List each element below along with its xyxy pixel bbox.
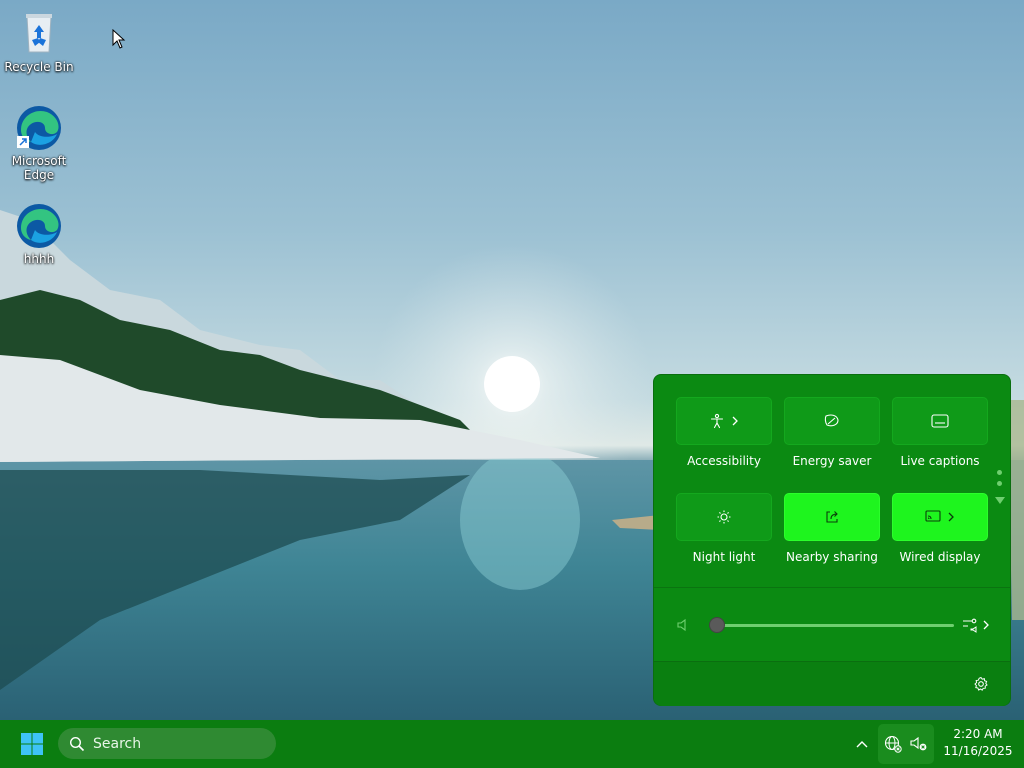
desktop-icon-hhhh[interactable]: hhhh [1, 202, 77, 266]
wired-display-label: Wired display [899, 550, 981, 564]
clock-date: 11/16/2025 [943, 744, 1013, 758]
nearby-sharing-toggle[interactable] [784, 493, 880, 541]
volume-slider-track[interactable] [716, 624, 954, 627]
page-dot [997, 481, 1002, 486]
nearby-sharing-label: Nearby sharing [786, 550, 878, 564]
nearby-sharing-icon [826, 511, 838, 523]
windows-logo-icon [21, 733, 43, 755]
desktop-icon-microsoft-edge[interactable]: Microsoft Edge [1, 104, 77, 182]
wired-display-toggle[interactable] [892, 493, 988, 541]
microsoft-edge-label: Microsoft Edge [11, 154, 67, 182]
night-light-toggle[interactable] [676, 493, 772, 541]
accessibility-label: Accessibility [687, 454, 761, 468]
energy-saver-icon [824, 414, 839, 427]
wired-display-icon [925, 510, 941, 522]
live-captions-icon [931, 414, 949, 428]
tile-night-light: Night light [676, 493, 772, 564]
search-label: Search [93, 735, 142, 752]
recycle-bin-label: Recycle Bin [4, 60, 74, 74]
search-icon [69, 736, 85, 751]
show-hidden-icons-button[interactable] [850, 732, 874, 756]
volume-muted-icon [910, 736, 927, 751]
network-globe-icon [884, 735, 902, 753]
hhhh-label: hhhh [23, 252, 55, 266]
tile-wired-display: Wired display [892, 493, 988, 564]
edge-icon [15, 202, 63, 250]
taskbar: Search 2:20 AM 11/16/2025 [0, 720, 1024, 768]
recycle-bin-icon [15, 10, 63, 58]
audio-output-icon[interactable] [962, 617, 980, 633]
energy-saver-label: Energy saver [792, 454, 872, 468]
taskbar-search[interactable]: Search [58, 728, 276, 759]
live-captions-toggle[interactable] [892, 397, 988, 445]
chevron-right-icon [948, 512, 954, 522]
chevron-right-icon[interactable] [982, 620, 990, 630]
chevron-right-icon [732, 416, 738, 426]
accessibility-icon [710, 413, 724, 429]
volume-slider-thumb[interactable] [709, 617, 725, 633]
tile-accessibility: Accessibility [676, 397, 772, 468]
live-captions-label: Live captions [900, 454, 980, 468]
night-light-label: Night light [692, 550, 756, 564]
tile-nearby-sharing: Nearby sharing [784, 493, 880, 564]
desktop-icon-recycle-bin[interactable]: Recycle Bin [1, 10, 77, 74]
scroll-down-arrow-icon[interactable] [995, 497, 1005, 504]
volume-row [674, 613, 994, 637]
accessibility-toggle[interactable] [676, 397, 772, 445]
edge-icon [15, 104, 63, 152]
start-button[interactable] [14, 728, 50, 760]
system-tray-quick-settings[interactable] [878, 724, 934, 764]
settings-gear-icon[interactable] [973, 676, 989, 692]
divider [654, 587, 1010, 588]
page-dot [997, 470, 1002, 475]
chevron-up-icon [856, 741, 868, 748]
taskbar-clock[interactable]: 2:20 AM 11/16/2025 [940, 726, 1016, 760]
page-indicator[interactable] [997, 470, 1002, 492]
quick-settings-footer [654, 661, 1010, 706]
clock-time: 2:20 AM [953, 727, 1003, 741]
tile-energy-saver: Energy saver [784, 397, 880, 468]
energy-saver-toggle[interactable] [784, 397, 880, 445]
mouse-cursor-icon [112, 29, 126, 49]
tile-live-captions: Live captions [892, 397, 988, 468]
speaker-muted-icon[interactable] [677, 618, 689, 632]
quick-settings-panel: Accessibility Energy saver Live captions [653, 374, 1011, 706]
night-light-icon [717, 510, 731, 524]
